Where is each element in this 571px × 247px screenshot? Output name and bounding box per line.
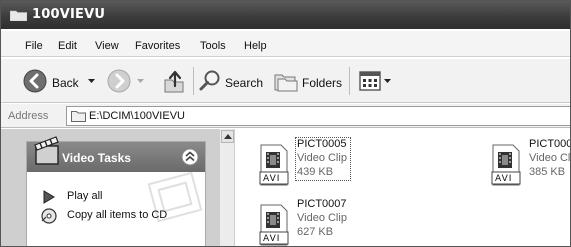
- menu-edit[interactable]: Edit: [58, 40, 77, 52]
- dropdown-arrow-icon: [88, 79, 95, 83]
- title-bar: 100VIEVU: [1, 1, 570, 29]
- avi-badge: AVI: [263, 234, 281, 244]
- toolbar-separator: [349, 67, 350, 95]
- menu-bar: File Edit View Favorites Tools Help: [1, 31, 570, 57]
- address-bar: Address E:\DCIM\100VIEVU: [1, 104, 570, 128]
- menu-help[interactable]: Help: [244, 40, 267, 52]
- play-icon: [43, 190, 55, 204]
- file-type: Video Clip: [297, 212, 347, 224]
- video-tasks-header[interactable]: Video Tasks: [27, 136, 205, 172]
- scroll-up-button[interactable]: [221, 130, 234, 143]
- vertical-scrollbar[interactable]: [219, 129, 235, 246]
- cd-copy-icon: [41, 208, 57, 224]
- forward-button[interactable]: [105, 59, 147, 103]
- back-button[interactable]: Back: [21, 59, 103, 103]
- up-folder-icon: [164, 70, 184, 93]
- file-name: PICT0007: [297, 198, 347, 210]
- video-clapper-icon: [34, 136, 59, 165]
- dropdown-arrow-icon: [384, 79, 391, 83]
- back-arrow-icon: [23, 69, 47, 93]
- file-size: 439 KB: [297, 166, 334, 178]
- file-item[interactable]: AVI PICT0006 Video Clip 385 KB: [489, 138, 571, 196]
- task-play-all-label: Play all: [67, 190, 103, 202]
- folders-button[interactable]: Folders: [271, 59, 343, 103]
- scroll-up-arrow-icon: [224, 134, 232, 139]
- window-title: 100VIEVU: [32, 7, 106, 22]
- forward-arrow-icon: [107, 69, 131, 93]
- toolbar: Back Search Folders: [1, 59, 570, 103]
- task-pane: Video Tasks Play all Copy all items to C…: [1, 129, 219, 246]
- file-type: Video Clip: [529, 152, 571, 164]
- search-button[interactable]: Search: [196, 59, 266, 103]
- file-item[interactable]: AVI PICT0005 Video Clip 439 KB: [257, 137, 407, 196]
- file-size: 385 KB: [529, 166, 566, 178]
- address-label: Address: [8, 110, 49, 122]
- task-copy-to-cd-label: Copy all items to CD: [67, 209, 168, 221]
- file-item[interactable]: AVI PICT0007 Video Clip 627 KB: [257, 198, 407, 246]
- menu-favorites[interactable]: Favorites: [135, 40, 180, 52]
- folder-icon: [71, 111, 86, 122]
- avi-badge: AVI: [495, 174, 513, 184]
- video-tasks-panel: Video Tasks Play all Copy all items to C…: [26, 136, 206, 246]
- menu-tools[interactable]: Tools: [200, 40, 226, 52]
- address-path: E:\DCIM\100VIEVU: [89, 110, 185, 122]
- file-type: Video Clip: [297, 152, 347, 164]
- search-label: Search: [225, 76, 264, 90]
- file-name: PICT0006: [529, 138, 570, 150]
- video-tasks-title: Video Tasks: [62, 151, 131, 165]
- explorer-window: 100VIEVU File Edit View Favorites Tools …: [0, 0, 571, 247]
- back-label: Back: [52, 76, 79, 90]
- up-folder-button[interactable]: [159, 59, 189, 103]
- dropdown-arrow-icon: [137, 79, 144, 83]
- folders-icon: [274, 74, 298, 92]
- views-grid-icon: [359, 71, 381, 91]
- file-name: PICT0005: [297, 138, 347, 150]
- address-field[interactable]: E:\DCIM\100VIEVU: [66, 106, 570, 126]
- folder-icon: [10, 10, 27, 21]
- task-play-all[interactable]: Play all: [27, 188, 205, 206]
- menu-view[interactable]: View: [95, 40, 119, 52]
- toolbar-separator: [193, 67, 194, 95]
- folders-label: Folders: [302, 76, 343, 90]
- avi-badge: AVI: [263, 174, 281, 184]
- menu-file[interactable]: File: [25, 40, 43, 52]
- file-size: 627 KB: [297, 226, 334, 238]
- views-button[interactable]: [357, 59, 397, 103]
- task-copy-to-cd[interactable]: Copy all items to CD: [27, 207, 205, 225]
- collapse-chevron-icon[interactable]: [181, 148, 199, 166]
- search-icon: [199, 70, 220, 91]
